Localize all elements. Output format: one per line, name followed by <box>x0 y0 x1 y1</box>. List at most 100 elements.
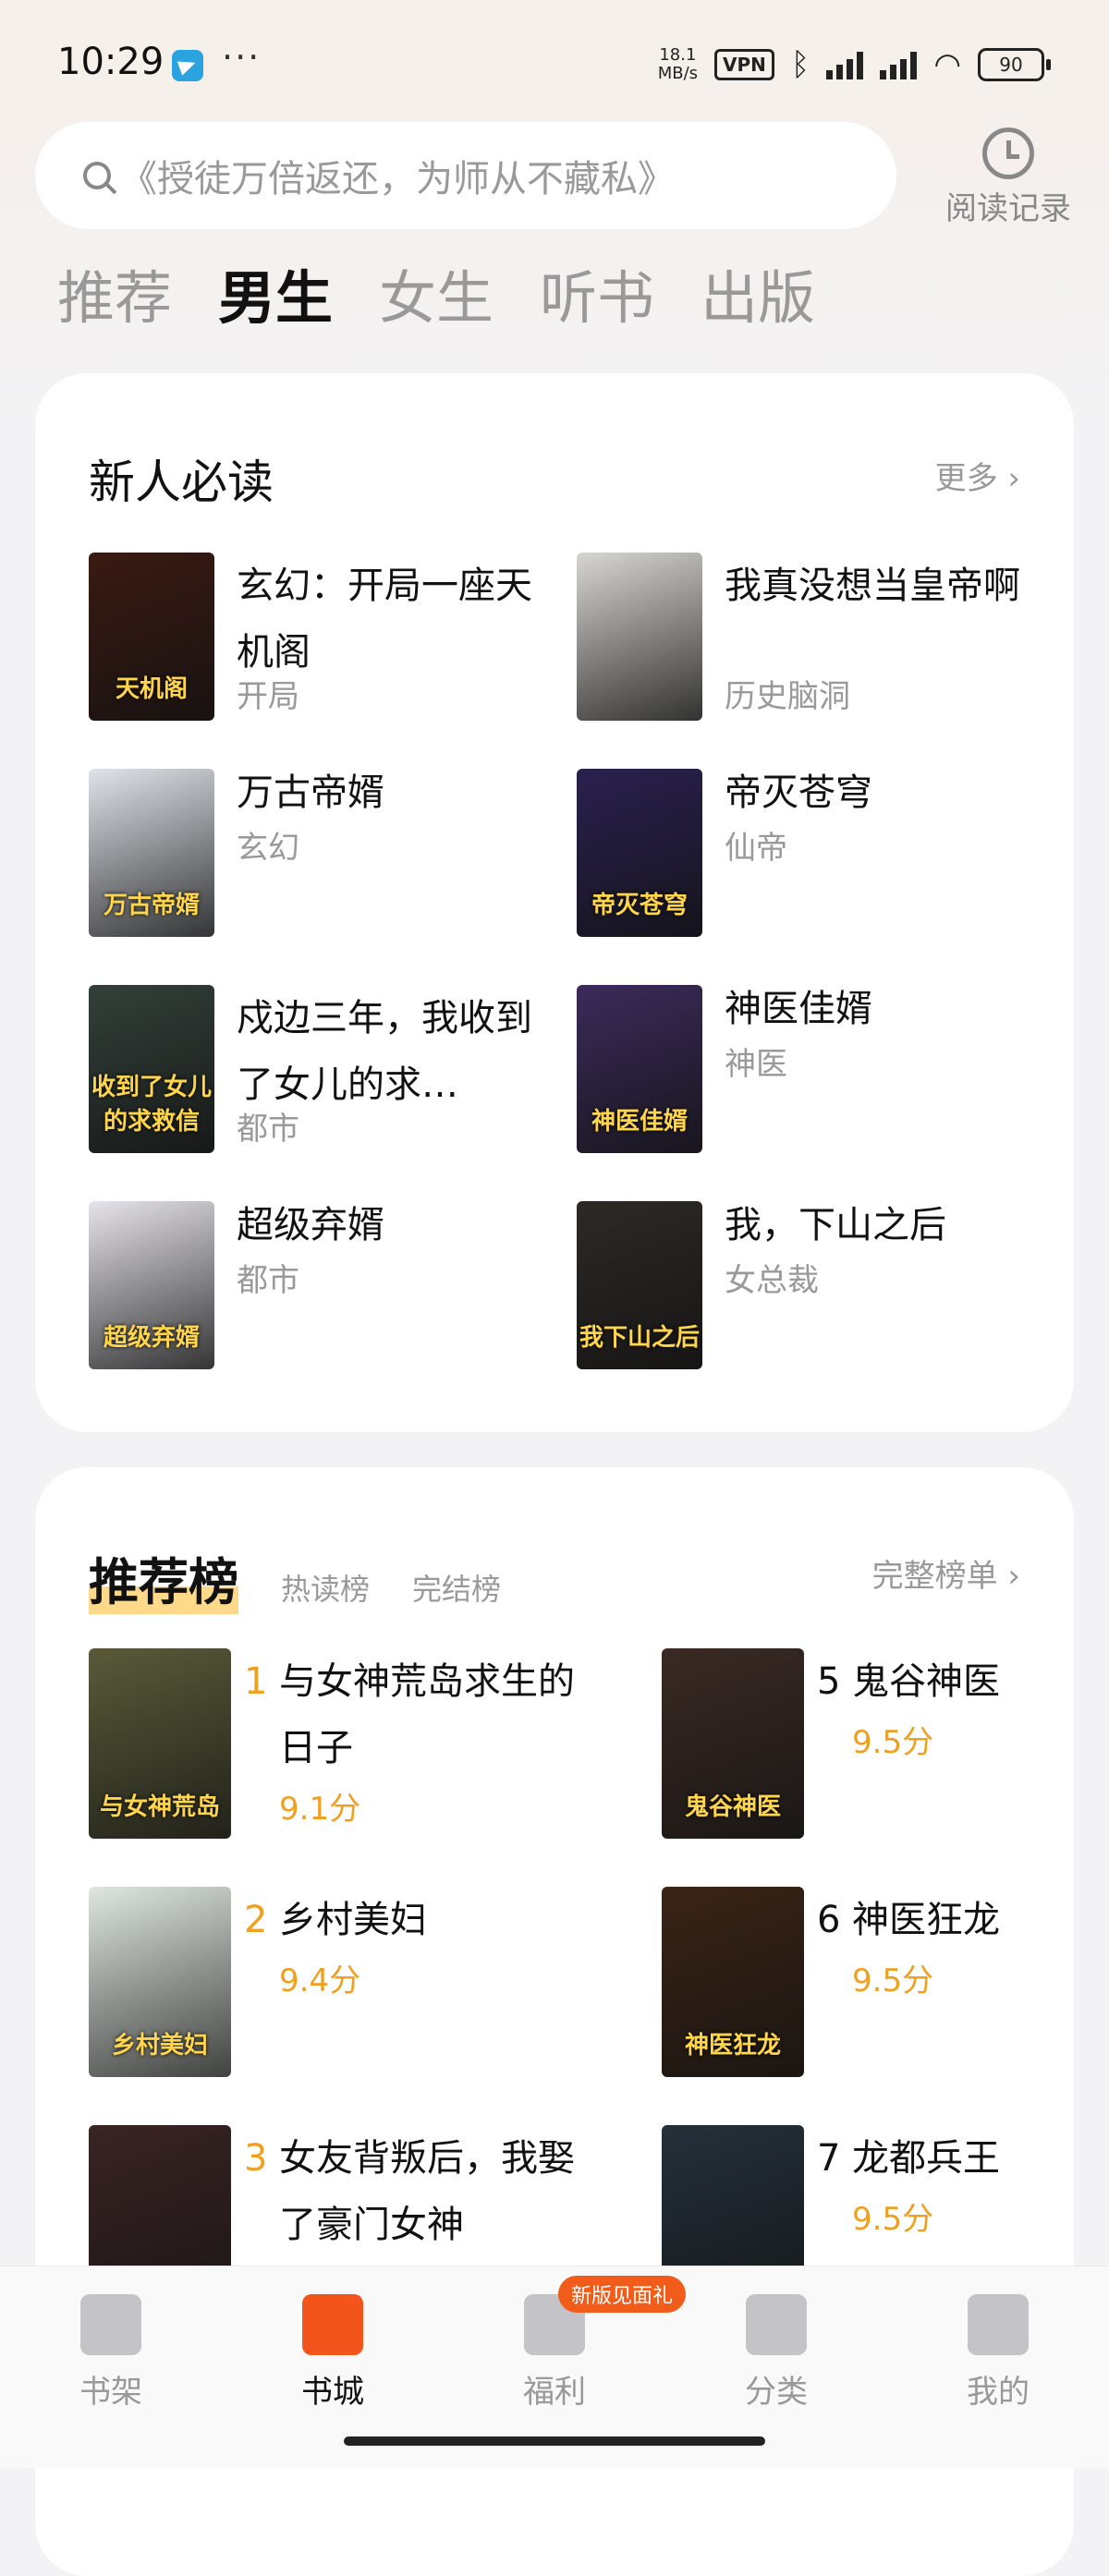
book-score: 9.1分 <box>279 1791 361 1828</box>
cover-title: 帝灭苍穹 <box>591 892 688 919</box>
book-cover: 超级弃婿 <box>89 1201 214 1369</box>
reading-history-button[interactable]: 阅读记录 <box>939 122 1078 228</box>
book-title: 戍边三年，我收到了女儿的求… <box>237 997 532 1106</box>
book-cover: 神医佳婿 <box>577 985 702 1153</box>
book-title: 乡村美妇 <box>279 1899 427 1941</box>
signal-icon <box>826 50 864 79</box>
book-item[interactable]: 万古帝婿 万古帝婿 玄幻 <box>89 769 551 937</box>
home-indicator <box>344 2436 765 2446</box>
rank-number: 7 <box>817 2137 841 2180</box>
more-notifications-icon: ··· <box>222 37 262 78</box>
bookshelf-icon <box>80 2294 141 2355</box>
book-item[interactable]: 天机阁 玄幻：开局一座天机阁开局 <box>89 553 551 721</box>
rank-number: 1 <box>244 1660 268 1703</box>
search-placeholder: 《授徒万倍返还，为师从不藏私》 <box>120 158 675 200</box>
telegram-icon <box>172 50 203 81</box>
cover-title: 乡村美妇 <box>111 2032 208 2060</box>
bluetooth-icon: ᛒ <box>790 46 810 83</box>
book-item[interactable]: 我真没想当皇帝啊 历史脑洞 <box>577 553 1039 721</box>
book-title: 鬼谷神医 <box>852 1660 1000 1703</box>
cover-title: 天机阁 <box>115 675 188 703</box>
rank-number: 3 <box>244 2137 268 2180</box>
cover-title: 我下山之后 <box>579 1324 700 1352</box>
nav-bookstore[interactable]: 书城 <box>268 2294 397 2412</box>
book-tag: 都市 <box>237 1262 299 1299</box>
rank-number: 2 <box>244 1899 268 1941</box>
tab-female[interactable]: 女生 <box>379 251 494 334</box>
cover-title: 收到了女儿的求救信 <box>91 1074 212 1136</box>
book-title: 我，下山之后 <box>725 1204 946 1246</box>
tab-recommend[interactable]: 推荐 <box>57 251 172 334</box>
new-reads-card: 新人必读 更多 › 天机阁 玄幻：开局一座天机阁 开局 我真没想当皇帝啊 历史脑洞 万古帝… <box>35 373 1074 1432</box>
nav-category[interactable]: 分类 <box>712 2294 841 2412</box>
ranking-tab-hot[interactable]: 热读榜 <box>281 1566 370 1609</box>
status-bar: 10:29 ··· 18.1 MB/s VPN ᛒ ◠ 90 <box>0 0 1109 129</box>
book-cover: 鬼谷神医 <box>662 1648 804 1839</box>
tab-audiobook[interactable]: 听书 <box>540 251 654 334</box>
ranking-tab-finished[interactable]: 完结榜 <box>412 1566 501 1609</box>
ranking-item[interactable]: 鬼谷神医 5 鬼谷神医 9.5分 <box>662 1648 1109 1839</box>
book-score: 9.5分 <box>852 2201 934 2238</box>
book-cover: 帝灭苍穹 <box>577 769 702 937</box>
book-title: 超级弃婿 <box>237 1204 384 1246</box>
tab-published[interactable]: 出版 <box>701 251 815 334</box>
book-cover: 与女神荒岛 <box>89 1648 231 1839</box>
book-tag: 历史脑洞 <box>725 678 850 715</box>
cover-title: 超级弃婿 <box>103 1324 200 1352</box>
book-cover: 收到了女儿的求救信 <box>89 985 214 1153</box>
book-item[interactable]: 我下山之后 我，下山之后女总裁 <box>577 1201 1039 1369</box>
book-title: 龙都兵王 <box>852 2137 1000 2180</box>
ranking-tab-recommend[interactable]: 推荐榜 <box>89 1541 238 1614</box>
book-item[interactable]: 神医佳婿 神医佳婿 神医 <box>577 985 1039 1153</box>
book-title: 帝灭苍穹 <box>725 772 872 814</box>
nav-profile[interactable]: 我的 <box>933 2294 1063 2412</box>
book-title: 神医佳婿 <box>725 988 872 1030</box>
ranking-item[interactable]: 乡村美妇 2 乡村美妇 9.4分 <box>89 1887 569 2077</box>
cover-title: 万古帝婿 <box>103 892 200 919</box>
rank-number: 5 <box>817 1660 841 1703</box>
book-item[interactable]: 收到了女儿的求救信 戍边三年，我收到了女儿的求… 都市 <box>89 985 551 1153</box>
ranking-item[interactable]: 与女神荒岛 1 与女神荒岛求生的日子 9.1分 <box>89 1648 575 1839</box>
clock-icon <box>982 128 1034 179</box>
cover-title: 鬼谷神医 <box>684 1793 781 1821</box>
book-tag: 都市 <box>237 1111 299 1148</box>
search-icon <box>83 162 111 189</box>
book-cover: 万古帝婿 <box>89 769 214 937</box>
book-item[interactable]: 帝灭苍穹 帝灭苍穹 仙帝 <box>577 769 1039 937</box>
reading-history-label: 阅读记录 <box>945 190 1071 227</box>
book-tag: 开局 <box>237 678 299 715</box>
book-score: 9.5分 <box>852 1962 934 1999</box>
book-tag: 玄幻 <box>237 830 299 867</box>
book-item[interactable]: 超级弃婿 超级弃婿 都市 <box>89 1201 551 1369</box>
search-bar[interactable]: 《授徒万倍返还，为师从不藏私》 <box>35 122 896 229</box>
rank-number: 6 <box>817 1899 841 1941</box>
new-gift-badge: 新版见面礼 <box>558 2276 687 2313</box>
book-title: 玄幻：开局一座天机阁 <box>237 565 532 674</box>
book-title: 万古帝婿 <box>237 772 384 814</box>
book-cover: 我下山之后 <box>577 1201 702 1369</box>
ranking-item[interactable]: 神医狂龙 6 神医狂龙 9.5分 <box>662 1887 1109 2077</box>
category-grid-icon <box>746 2294 807 2355</box>
book-cover <box>577 553 702 721</box>
tab-male[interactable]: 男生 <box>218 251 333 334</box>
status-time: 10:29 <box>57 41 165 83</box>
cover-title: 神医狂龙 <box>684 2032 781 2060</box>
book-title: 与女神荒岛求生的日子 <box>279 1660 575 1769</box>
book-score: 9.4分 <box>279 1962 361 1999</box>
book-title: 神医狂龙 <box>852 1899 1000 1941</box>
cover-title: 与女神荒岛 <box>99 1793 220 1821</box>
category-tabs: 推荐 男生 女生 听书 出版 <box>57 251 815 334</box>
signal-icon-2 <box>880 50 918 79</box>
more-link[interactable]: 更多 › <box>935 453 1020 498</box>
cover-title: 神医佳婿 <box>591 1108 688 1136</box>
full-ranking-link[interactable]: 完整榜单 › <box>872 1550 1020 1596</box>
person-icon <box>968 2294 1029 2355</box>
nav-bookshelf[interactable]: 书架 <box>46 2294 176 2412</box>
vpn-icon: VPN <box>714 49 774 80</box>
book-cover: 乡村美妇 <box>89 1887 231 2077</box>
book-tag: 女总裁 <box>725 1262 819 1299</box>
book-tag: 仙帝 <box>725 830 787 867</box>
book-title: 女友背叛后，我娶了豪门女神 <box>279 2137 575 2246</box>
network-speed: 18.1 MB/s <box>657 45 699 83</box>
section-title: 新人必读 <box>89 456 274 509</box>
